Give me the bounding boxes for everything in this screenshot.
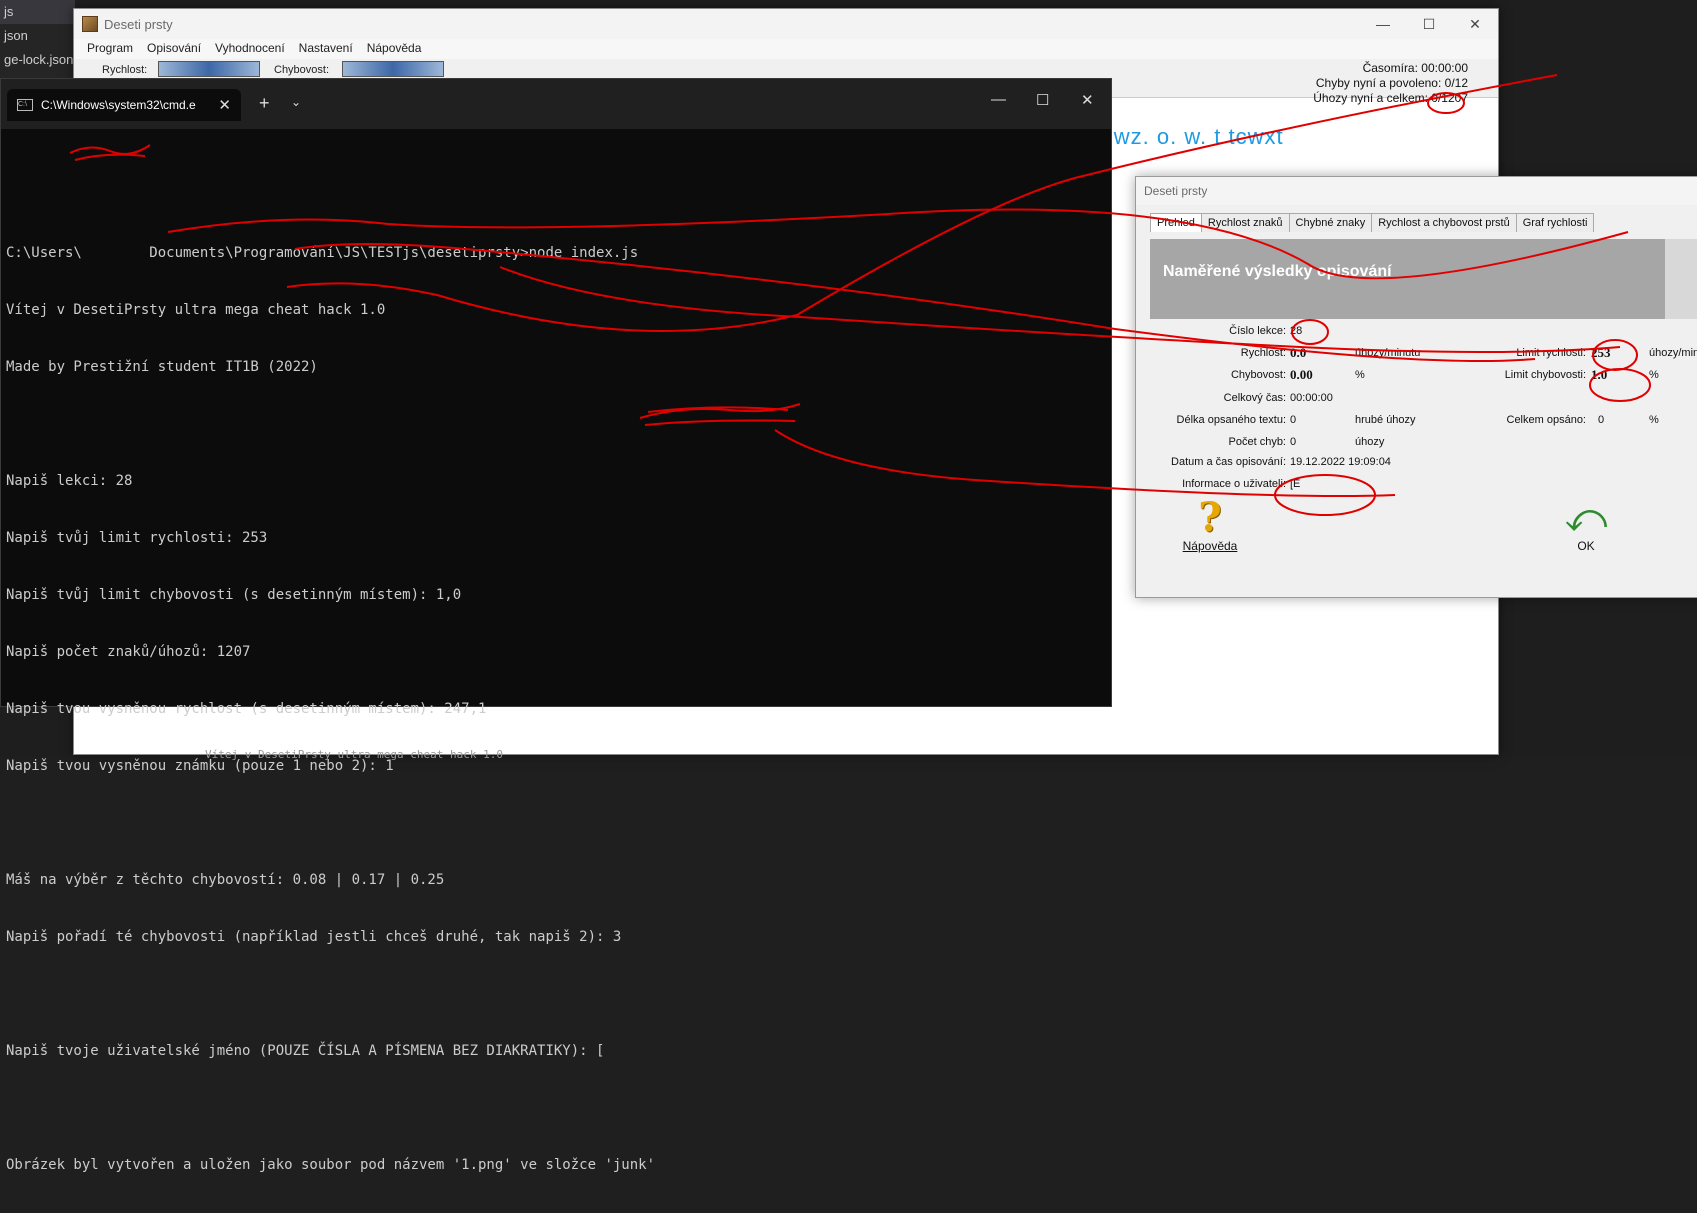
- total-typed-unit: %: [1649, 414, 1659, 426]
- speed-gauge-label: Rychlost:: [102, 64, 148, 76]
- results-header-panel: Naměřené výsledky opisování: [1150, 239, 1697, 319]
- menu-bar: Program Opisování Vyhodnocení Nastavení …: [74, 39, 1498, 59]
- lesson-label: Číslo lekce:: [1229, 325, 1286, 337]
- user-info-value: [E: [1290, 478, 1301, 490]
- terminal-line: Napiš tvoje uživatelské jméno (POUZE ČÍS…: [6, 1043, 605, 1059]
- results-dialog: Deseti prsty Přehled Rychlost znaků Chyb…: [1135, 176, 1697, 598]
- text-length-value: 0: [1290, 414, 1297, 426]
- terminal-line: Máš na výběr z těchto chybovostí: 0.08 |…: [6, 872, 445, 888]
- terminal-line: Napiš lekci: 28: [6, 473, 133, 489]
- menu-nastaveni[interactable]: Nastavení: [292, 39, 360, 59]
- terminal-line: C:\Users\ Documents\Programování\JS\TEST…: [6, 245, 639, 261]
- terminal-line: Napiš tvůj limit chybovosti (s desetinný…: [6, 587, 462, 603]
- tab-rychlost-chybovost-prstu[interactable]: Rychlost a chybovost prstů: [1371, 213, 1517, 232]
- terminal-line: Vítej v DesetiPrsty ultra mega cheat hac…: [6, 302, 386, 318]
- minimize-button[interactable]: —: [1360, 9, 1406, 39]
- error-gauge-label: Chybovost:: [274, 64, 330, 76]
- user-info-label: Informace o uživateli:: [1182, 478, 1286, 490]
- speed-value: 0.0: [1290, 345, 1307, 360]
- text-length-unit: hrubé úhozy: [1355, 414, 1416, 426]
- terminal-line: Obrázek byl vytvořen a uložen jako soubo…: [6, 1157, 656, 1173]
- total-typed-value: 0: [1598, 414, 1605, 426]
- limit-error-value: 1.0: [1591, 367, 1608, 382]
- terminal-line: Napiš pořadí té chybovosti (například je…: [6, 929, 622, 945]
- window-title: Deseti prsty: [104, 16, 173, 32]
- date-value: 19.12.2022 19:09:04: [1290, 456, 1391, 468]
- terminal-tab-title: C:\Windows\system32\cmd.e: [41, 98, 196, 112]
- terminal-tab[interactable]: C:\ C:\Windows\system32\cmd.e ✕: [7, 89, 241, 121]
- error-rate-label: Chybovost:: [1230, 369, 1286, 381]
- lesson-value: 28: [1290, 325, 1303, 337]
- minimize-button[interactable]: —: [991, 91, 1006, 108]
- cmd-icon: C:\: [17, 99, 33, 111]
- limit-error-label: Limit chybovosti:: [1504, 369, 1586, 381]
- maximize-button[interactable]: ☐: [1406, 9, 1452, 39]
- errors-readout: Chyby nyní a povoleno: 0/12: [1315, 76, 1468, 90]
- tab-graf-rychlosti[interactable]: Graf rychlosti: [1515, 213, 1595, 232]
- tab-prehled[interactable]: Přehled: [1150, 213, 1202, 232]
- terminal-window: C:\ C:\Windows\system32\cmd.e ✕ + ⌄ — ☐ …: [0, 78, 1112, 1173]
- date-label: Datum a čas opisování:: [1171, 456, 1286, 468]
- limit-speed-value: 253: [1591, 345, 1611, 360]
- speed-unit: úhozy/minutu: [1355, 347, 1421, 359]
- timer-readout: Časomíra: 00:00:00: [1362, 61, 1468, 75]
- title-bar: Deseti prsty — ☐ ✕: [74, 9, 1498, 39]
- menu-opisovani[interactable]: Opisování: [140, 39, 208, 59]
- text-length-label: Délka opsaného textu:: [1176, 414, 1286, 426]
- new-tab-icon[interactable]: +: [259, 93, 270, 114]
- chevron-down-icon[interactable]: ⌄: [291, 95, 301, 109]
- strokes-readout: Úhozy nyní a celkem: 0/1207: [1313, 91, 1468, 105]
- terminal-tab-bar: C:\ C:\Windows\system32\cmd.e ✕ + ⌄ — ☐ …: [1, 79, 1111, 129]
- speed-label: Rychlost:: [1240, 347, 1286, 359]
- terminal-line: Napiš počet znaků/úhozů: 1207: [6, 644, 251, 660]
- ok-label: OK: [1577, 539, 1595, 553]
- close-tab-icon[interactable]: ✕: [218, 96, 231, 114]
- total-time-value: 00:00:00: [1290, 392, 1333, 404]
- menu-napoveda[interactable]: Nápověda: [360, 39, 429, 59]
- error-rate-unit: %: [1355, 369, 1365, 381]
- terminal-line: Napiš tvůj limit rychlosti: 253: [6, 530, 268, 546]
- dialog-title: Deseti prsty: [1136, 177, 1697, 205]
- results-tabs: Přehled Rychlost znaků Chybné znaky Rych…: [1136, 205, 1697, 232]
- help-button[interactable]: ? Nápověda: [1180, 494, 1240, 554]
- menu-program[interactable]: Program: [80, 39, 140, 59]
- explorer-file[interactable]: json: [0, 24, 75, 48]
- total-time-label: Celkový čas:: [1223, 392, 1286, 404]
- terminal-line: Made by Prestižní student IT1B (2022): [6, 359, 318, 375]
- return-arrow-icon: ⤺: [1564, 496, 1608, 540]
- help-label: Nápověda: [1182, 539, 1238, 553]
- limit-speed-label: Limit rychlosti:: [1516, 347, 1586, 359]
- tab-chybne-znaky[interactable]: Chybné znaky: [1288, 213, 1373, 232]
- error-rate-value: 0.00: [1290, 367, 1313, 382]
- results-heading: Naměřené výsledky opisování: [1163, 263, 1392, 280]
- close-button[interactable]: ✕: [1081, 91, 1094, 109]
- error-count-label: Počet chyb:: [1228, 436, 1286, 448]
- error-count-value: 0: [1290, 436, 1297, 448]
- maximize-button[interactable]: ☐: [1036, 91, 1049, 109]
- close-button[interactable]: ✕: [1452, 9, 1498, 39]
- error-gauge: [342, 61, 444, 77]
- error-count-unit: úhozy: [1355, 436, 1385, 448]
- total-typed-label: Celkem opsáno:: [1506, 414, 1587, 426]
- limit-speed-unit: úhozy/min: [1649, 347, 1697, 359]
- explorer-file[interactable]: ge-lock.json: [0, 48, 75, 72]
- menu-vyhodnoceni[interactable]: Vyhodnocení: [208, 39, 292, 59]
- limit-error-unit: %: [1649, 369, 1659, 381]
- terminal-line: Napiš tvou vysněnou známku (pouze 1 nebo…: [6, 758, 394, 774]
- tab-rychlost-znaku[interactable]: Rychlost znaků: [1200, 213, 1290, 232]
- terminal-line: Napiš tvou vysněnou rychlost (s desetinn…: [6, 701, 487, 717]
- question-mark-icon: ?: [1198, 494, 1222, 541]
- terminal-output: C:\Users\ Documents\Programování\JS\TEST…: [6, 149, 655, 1213]
- app-icon: [82, 16, 98, 32]
- ok-button[interactable]: ⤺ OK: [1556, 497, 1616, 553]
- speed-gauge: [158, 61, 260, 77]
- header-illustration: [1665, 239, 1697, 319]
- explorer-file[interactable]: js: [0, 0, 75, 24]
